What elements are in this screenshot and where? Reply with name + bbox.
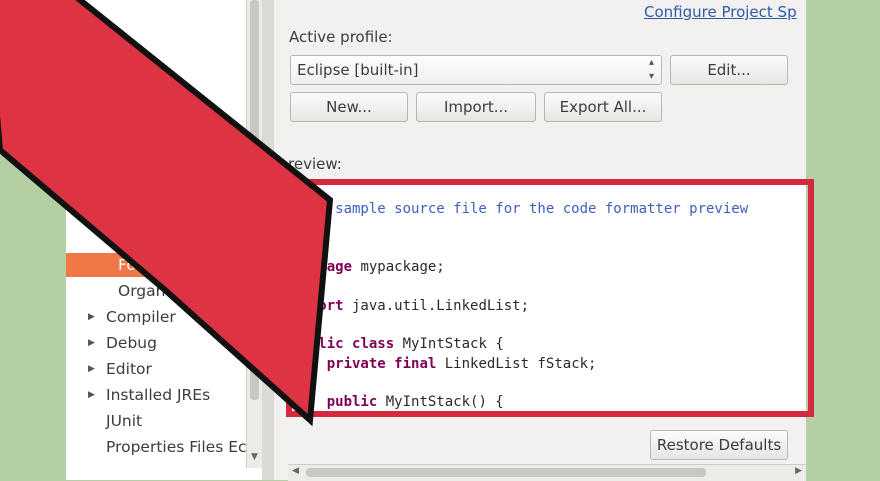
- code-line: */: [293, 220, 319, 237]
- export-all-button[interactable]: Export All...: [544, 92, 662, 122]
- restore-defaults-button[interactable]: Restore Defaults: [650, 430, 788, 460]
- formatter-preview: * * A sample source file for the code fo…: [288, 180, 808, 414]
- tree-item-label: Code Templates: [118, 230, 242, 248]
- tree-item-installed-jres[interactable]: ▶ Installed JREs: [66, 383, 244, 407]
- code-line: public MyIntStack() {: [326, 394, 504, 411]
- preview-label: review:: [288, 155, 342, 173]
- tree-item-label: Formatter: [118, 256, 195, 274]
- spinner-arrows-icon: ▴ ▾: [648, 57, 654, 82]
- scroll-right-icon[interactable]: ▶: [795, 466, 802, 476]
- profile-select-value: Eclipse [built-in]: [297, 61, 419, 79]
- tree-item-junit[interactable]: JUnit: [66, 409, 244, 433]
- preview-hscrollbar[interactable]: ◀ ▶: [288, 464, 806, 481]
- tree-item-label: Properties Files Ec: [106, 438, 247, 456]
- collapsed-arrow-icon[interactable]: ▶: [88, 357, 95, 381]
- window-edge: [806, 0, 880, 480]
- collapsed-arrow-icon[interactable]: ▶: [88, 149, 95, 173]
- code-line: private final LinkedList fStack;: [326, 355, 597, 372]
- tree-item-code-style[interactable]: ▼ Code Style: [66, 175, 244, 199]
- import-profile-button[interactable]: Import...: [416, 92, 536, 122]
- tree-item-clean-up[interactable]: Clean Up: [66, 201, 244, 225]
- tree-item-label: JUnit: [106, 412, 143, 430]
- pane-divider[interactable]: [262, 0, 274, 480]
- tree-item-formatter[interactable]: Formatter: [66, 253, 244, 277]
- tree-item-label: Clean Up: [118, 204, 189, 222]
- scroll-down-icon[interactable]: ▼: [251, 452, 258, 462]
- tree-item-label: Installed JREs: [106, 386, 211, 404]
- tree-item-compiler[interactable]: ▶ Compiler: [66, 305, 244, 329]
- tree-scrollbar[interactable]: ▼: [246, 0, 263, 468]
- collapsed-arrow-icon[interactable]: ▶: [88, 331, 95, 355]
- tree-item-editor[interactable]: ▶ Editor: [66, 357, 244, 381]
- tree-item-label: Code Style: [106, 178, 190, 196]
- tree-scrollbar-thumb[interactable]: [250, 0, 259, 400]
- scroll-left-icon[interactable]: ◀: [292, 466, 299, 476]
- tree-item-label: Buil: [106, 152, 136, 170]
- profile-select[interactable]: Eclipse [built-in] ▴ ▾: [290, 55, 662, 85]
- code-line: *: [293, 182, 310, 198]
- tree-item-code-templates[interactable]: Code Templates: [66, 227, 244, 251]
- preview-code: * * A sample source file for the code fo…: [293, 181, 748, 413]
- tree-item-label: Debug: [106, 334, 157, 352]
- configure-project-link[interactable]: Configure Project Sp: [644, 3, 797, 21]
- collapsed-arrow-icon[interactable]: ▶: [88, 305, 95, 329]
- tree-item-properties-files-ec[interactable]: Properties Files Ec: [66, 435, 247, 459]
- active-profile-label: Active profile:: [289, 28, 393, 46]
- edit-profile-button[interactable]: Edit...: [670, 55, 788, 85]
- tree-item-buil[interactable]: ▶ Buil: [66, 149, 244, 173]
- formatter-panel: Configure Project Sp Active profile: Ecl…: [274, 0, 808, 481]
- tree-item-label: Editor: [106, 360, 152, 378]
- expanded-arrow-icon[interactable]: ▼: [88, 175, 95, 199]
- tree-item-organize-import[interactable]: Organize Import: [66, 279, 244, 303]
- collapsed-arrow-icon[interactable]: ▶: [88, 383, 95, 407]
- preview-hscrollbar-thumb[interactable]: [306, 468, 706, 477]
- code-line: public class MyIntStack {: [293, 336, 504, 353]
- code-line: import java.util.LinkedList;: [293, 297, 530, 314]
- code-line: package mypackage;: [293, 259, 445, 276]
- code-line: * A sample source file for the code form…: [293, 201, 749, 218]
- tree-item-label: Compiler: [106, 308, 176, 326]
- tree-item-label: Organize Import: [118, 282, 244, 300]
- new-profile-button[interactable]: New...: [290, 92, 408, 122]
- preferences-tree: ▶ Buil ▼ Code Style Clean Up Code Templates Fo…: [66, 0, 264, 480]
- tree-item-debug[interactable]: ▶ Debug: [66, 331, 244, 355]
